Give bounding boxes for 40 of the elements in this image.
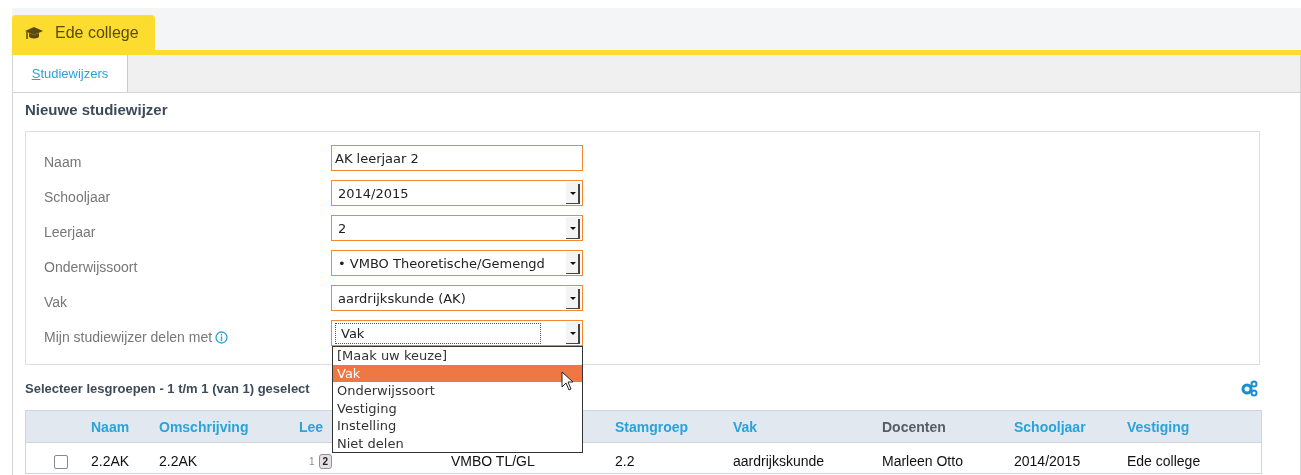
field-label: Mijn studiewijzer delen met: [44, 329, 213, 345]
column-header: Docenten: [882, 418, 946, 435]
field-label: Leerjaar: [44, 224, 96, 240]
table-cell: 2.2: [615, 452, 635, 469]
dropdown-option[interactable]: [Maak uw keuze]: [333, 347, 582, 365]
mouse-pointer-icon: [561, 371, 574, 391]
year-level: 1: [309, 456, 315, 467]
dropdown-option[interactable]: Vestiging: [333, 399, 582, 417]
graduation-cap-icon: [24, 25, 44, 40]
caret-icon: [566, 182, 581, 204]
section-heading: Selecteer lesgroepen - 1 t/m 1 (van 1) geselect: [25, 380, 310, 396]
row-checkbox[interactable]: [54, 454, 68, 469]
caret-icon: [566, 217, 581, 239]
dropdown[interactable]: Vak: [331, 320, 583, 346]
gears-icon: [1241, 379, 1258, 397]
field-label: Vak: [44, 294, 68, 310]
caret-icon: [566, 252, 581, 274]
year-level: 2: [318, 454, 333, 469]
field-label: Schooljaar: [44, 189, 111, 205]
school-tab[interactable]: Ede college: [12, 15, 155, 50]
table-cell: Ede college: [1127, 452, 1201, 469]
dropdown-option[interactable]: Onderwijssoort: [333, 382, 582, 400]
field-label: Onderwijssoort: [44, 259, 138, 275]
caret-icon: [566, 287, 581, 309]
field-label: Naam: [44, 154, 82, 170]
table-cell: VMBO TL/GL: [451, 452, 535, 469]
text-field[interactable]: AK leerjaar 2: [331, 145, 583, 171]
dropdown[interactable]: 2014/2015: [331, 180, 583, 206]
dropdown-option[interactable]: Niet delen: [333, 434, 582, 452]
caret-icon: [566, 322, 581, 344]
dropdown[interactable]: aardrijkskunde (AK): [331, 285, 583, 311]
table-cell: 2014/2015: [1014, 452, 1081, 469]
dropdown[interactable]: • VMBO Theoretische/Gemengd: [331, 250, 583, 276]
table-cell: 2.2AK: [91, 452, 130, 469]
dropdown[interactable]: 2: [331, 215, 583, 241]
table-cell: aardrijkskunde: [733, 452, 825, 469]
table-cell: Marleen Otto: [882, 452, 963, 469]
page-title: Nieuwe studiewijzer: [25, 101, 169, 118]
dropdown-option[interactable]: Instelling: [333, 417, 582, 435]
table-cell: 2.2AK: [159, 452, 198, 469]
